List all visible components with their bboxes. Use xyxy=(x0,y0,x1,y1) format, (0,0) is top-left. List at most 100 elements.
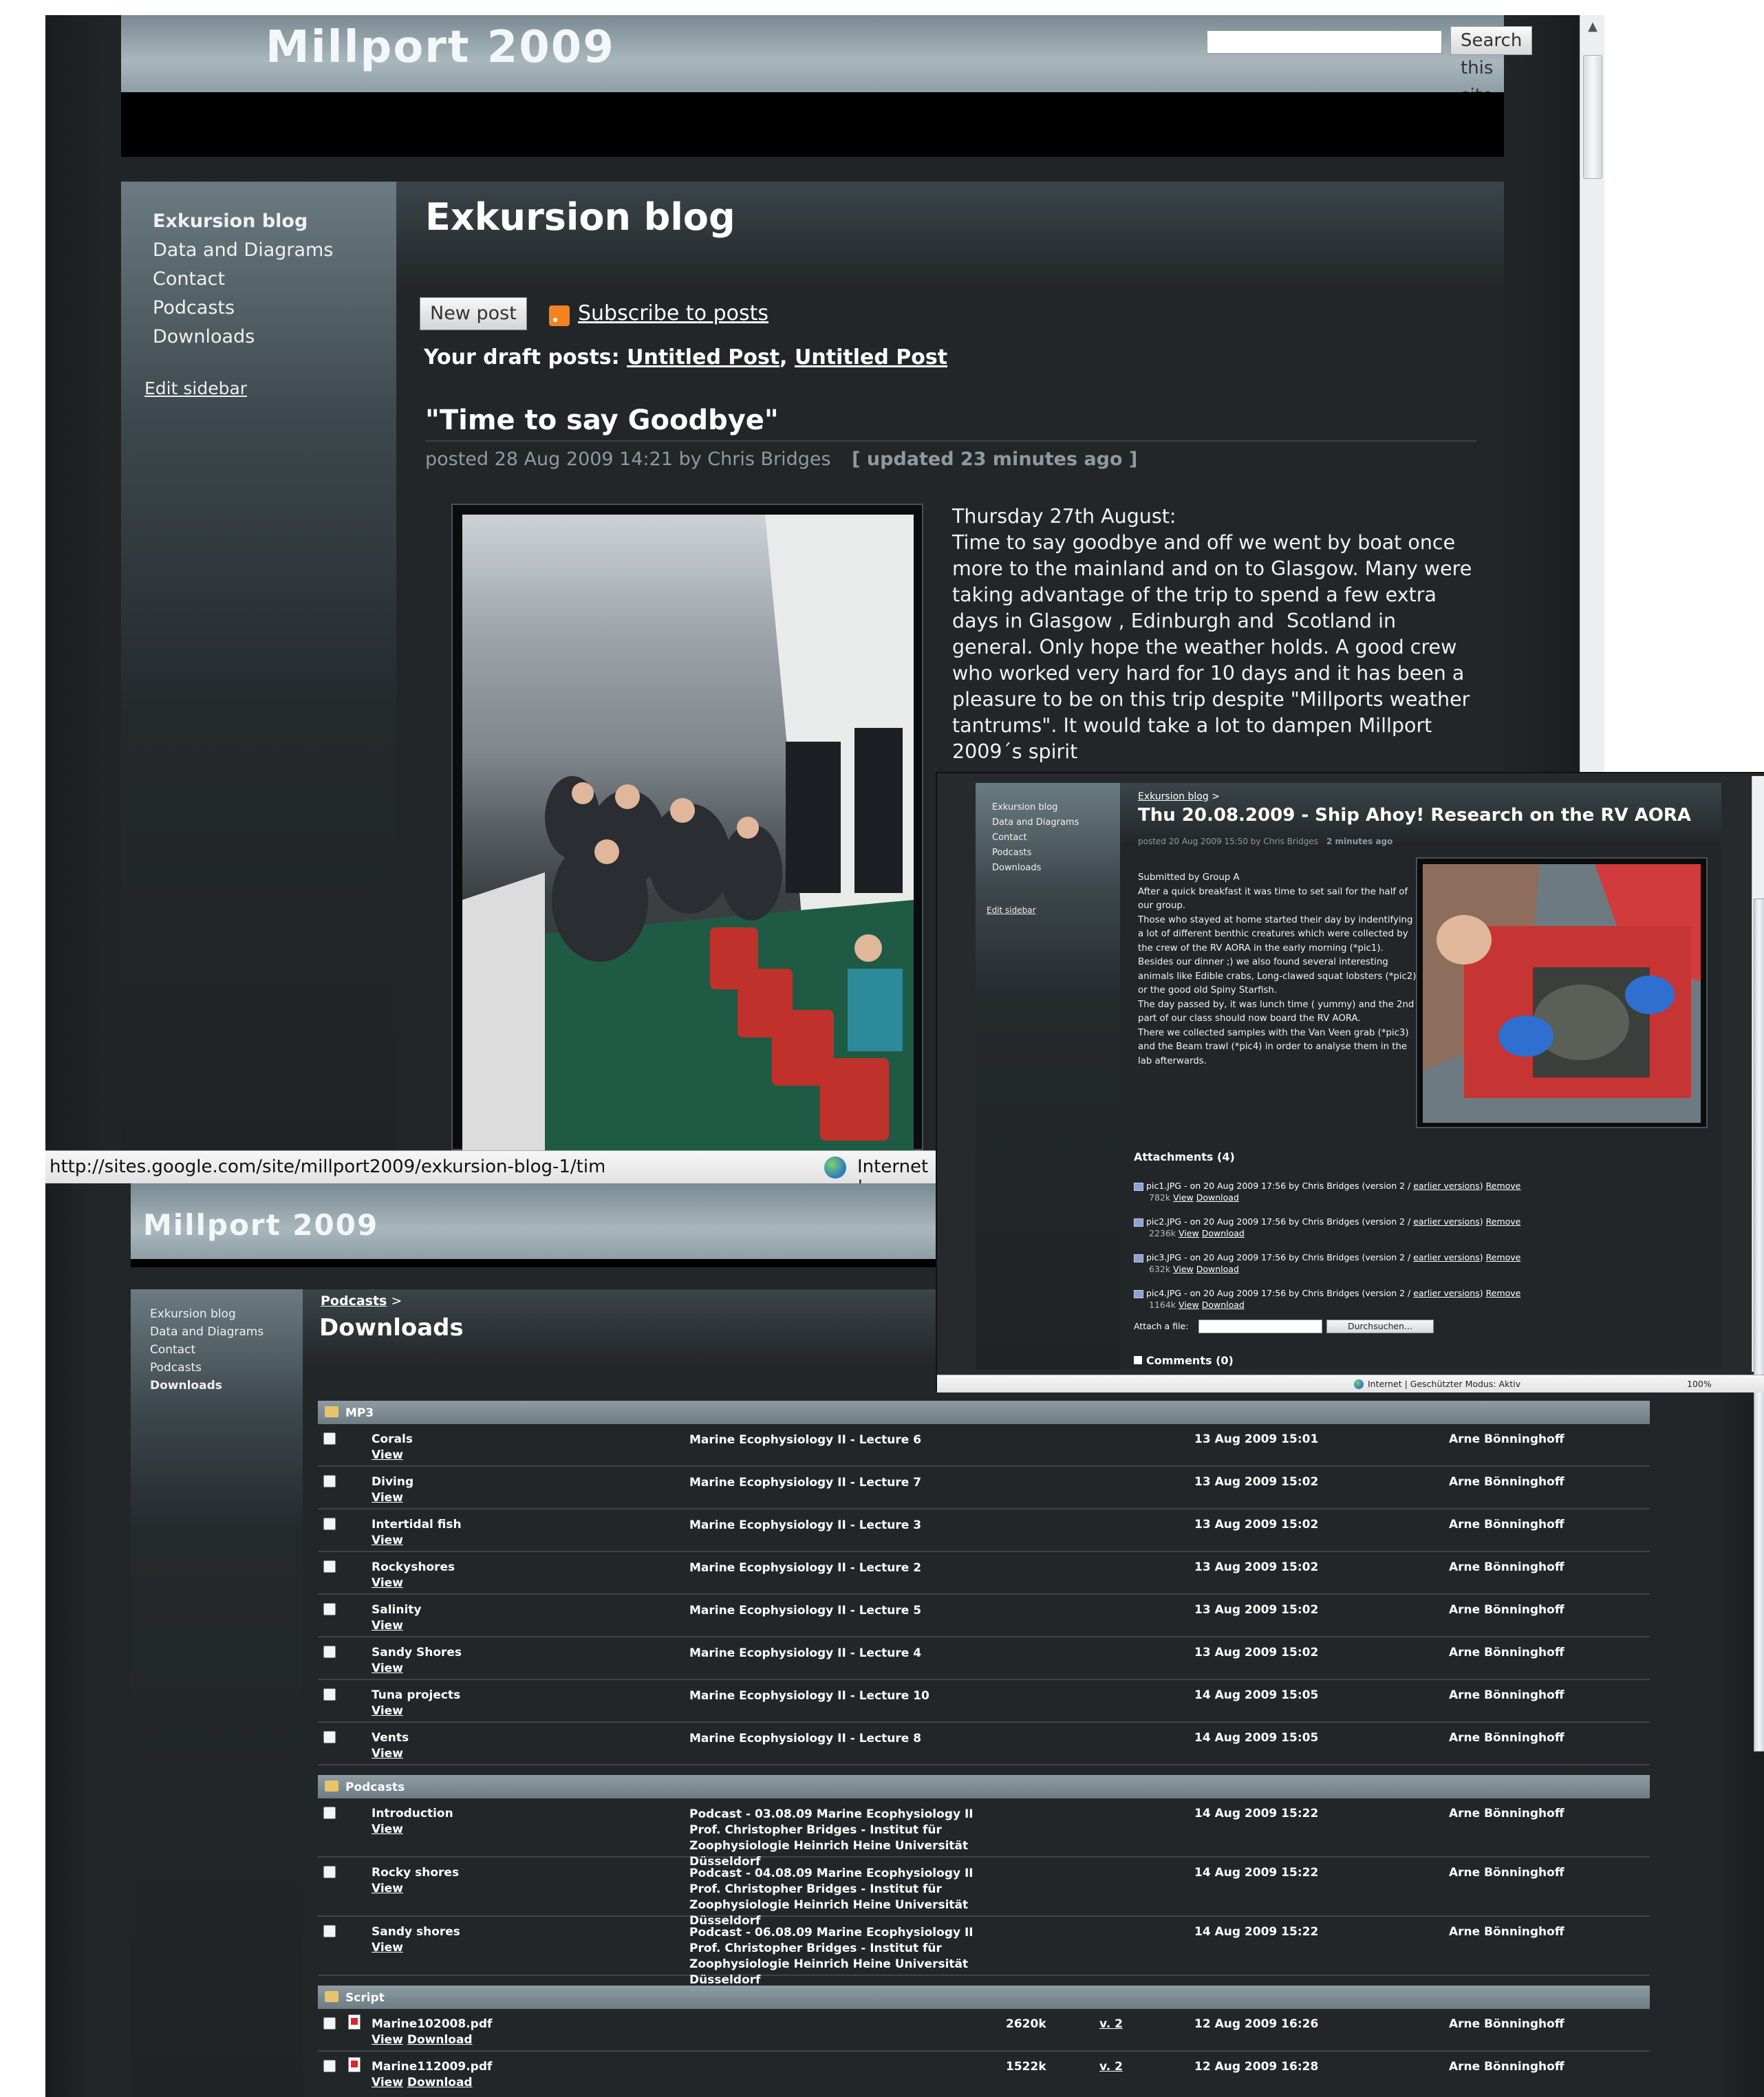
sidebar-item-exkursion-blog[interactable]: Exkursion blog xyxy=(153,211,308,232)
remove-link[interactable]: Remove xyxy=(1486,1181,1521,1191)
edit-sidebar-link[interactable]: Edit sidebar xyxy=(987,905,1036,915)
sidebar-item-exkursion-blog[interactable]: Exkursion blog xyxy=(150,1307,236,1321)
group-header-script[interactable]: Script xyxy=(318,1986,1650,2009)
row-checkbox[interactable] xyxy=(323,2060,336,2072)
search-button[interactable]: Search this site xyxy=(1450,26,1533,106)
view-link[interactable]: View xyxy=(372,1576,403,1590)
view-link[interactable]: View xyxy=(372,1747,403,1761)
scrollbar-thumb[interactable] xyxy=(1583,55,1602,179)
view-link[interactable]: View xyxy=(372,1822,403,1836)
download-link[interactable]: Download xyxy=(407,2076,473,2089)
row-checkbox[interactable] xyxy=(323,1518,336,1530)
image-file-icon xyxy=(1134,1218,1143,1227)
view-link[interactable]: View xyxy=(372,1491,403,1505)
post-title[interactable]: "Time to say Goodbye" xyxy=(425,405,779,436)
file-name: Vents xyxy=(372,1731,409,1745)
view-link[interactable]: View xyxy=(372,2076,403,2089)
download-link[interactable]: Download xyxy=(1196,1192,1239,1203)
row-checkbox[interactable] xyxy=(323,1560,336,1573)
site-title[interactable]: Millport 2009 xyxy=(143,1208,378,1242)
row-checkbox[interactable] xyxy=(323,1646,336,1658)
view-link[interactable]: View xyxy=(372,1534,403,1547)
row-checkbox[interactable] xyxy=(323,1731,336,1743)
view-link[interactable]: View xyxy=(372,2033,403,2047)
view-link[interactable]: View xyxy=(1173,1264,1194,1274)
view-link[interactable]: View xyxy=(372,1448,403,1462)
draft-post-link[interactable]: Untitled Post xyxy=(795,345,947,369)
sidebar-item-podcasts[interactable]: Podcasts xyxy=(153,297,235,319)
group-header-mp3[interactable]: MP3 xyxy=(318,1401,1650,1424)
row-checkbox[interactable] xyxy=(323,2017,336,2030)
breadcrumb-blog-link[interactable]: Exkursion blog xyxy=(1138,791,1209,802)
row-checkbox[interactable] xyxy=(323,1807,336,1819)
new-post-button[interactable]: New post xyxy=(420,297,527,330)
scroll-up-icon[interactable]: ▲ xyxy=(1580,15,1605,39)
row-checkbox[interactable] xyxy=(323,1475,336,1487)
view-link[interactable]: View xyxy=(1179,1228,1199,1238)
download-link[interactable]: Download xyxy=(407,2033,473,2047)
earlier-versions-link[interactable]: earlier versions xyxy=(1413,1252,1480,1262)
sidebar-item-exkursion-blog[interactable]: Exkursion blog xyxy=(992,802,1057,813)
post-byline: posted 20 Aug 2009 15:50 by Chris Bridge… xyxy=(1138,837,1319,846)
globe-icon xyxy=(824,1157,846,1179)
breadcrumb: Podcasts > xyxy=(321,1293,402,1309)
vertical-scrollbar[interactable]: ▲ xyxy=(1580,15,1604,776)
rss-icon[interactable] xyxy=(549,305,570,326)
download-link[interactable]: Download xyxy=(1202,1300,1245,1310)
file-description: Marine Ecophysiology II - Lecture 5 xyxy=(689,1604,922,1617)
view-link[interactable]: View xyxy=(1179,1300,1199,1310)
view-link[interactable]: View xyxy=(1173,1192,1194,1203)
view-link[interactable]: View xyxy=(372,1619,403,1633)
scrollbar-thumb[interactable] xyxy=(1754,899,1764,1752)
sample-sorting-photo[interactable] xyxy=(1423,864,1701,1123)
browse-button[interactable]: Durchsuchen... xyxy=(1326,1320,1434,1333)
sidebar-item-podcasts[interactable]: Podcasts xyxy=(150,1361,202,1375)
sidebar-item-downloads[interactable]: Downloads xyxy=(992,863,1041,873)
row-checkbox[interactable] xyxy=(323,1603,336,1615)
sidebar-item-podcasts[interactable]: Podcasts xyxy=(992,848,1031,858)
view-link[interactable]: View xyxy=(372,1662,403,1675)
remove-link[interactable]: Remove xyxy=(1486,1252,1521,1262)
search-input[interactable] xyxy=(1207,30,1442,54)
site-title[interactable]: Millport 2009 xyxy=(266,22,615,73)
draft-post-link[interactable]: Untitled Post xyxy=(627,345,779,369)
vertical-scrollbar[interactable] xyxy=(1752,776,1764,1752)
sidebar-item-data-and-diagrams[interactable]: Data and Diagrams xyxy=(153,239,333,261)
row-checkbox[interactable] xyxy=(323,1432,336,1445)
version-link[interactable]: v. 2 xyxy=(1099,2017,1123,2031)
download-link[interactable]: Download xyxy=(1202,1228,1245,1238)
view-link[interactable]: View xyxy=(372,1704,403,1718)
group-header-podcasts[interactable]: Podcasts xyxy=(318,1775,1650,1798)
attach-file-input[interactable] xyxy=(1198,1320,1322,1333)
sidebar-item-contact[interactable]: Contact xyxy=(153,268,225,290)
table-row: Vents View Marine Ecophysiology II - Lec… xyxy=(318,1723,1650,1765)
download-link[interactable]: Download xyxy=(1196,1264,1239,1274)
sidebar-item-data-and-diagrams[interactable]: Data and Diagrams xyxy=(150,1325,263,1339)
breadcrumb-podcasts-link[interactable]: Podcasts xyxy=(321,1293,387,1309)
sidebar-item-downloads[interactable]: Downloads xyxy=(153,326,255,347)
file-author: Arne Bönninghoff xyxy=(1449,1866,1564,1880)
draft-separator: , xyxy=(779,345,788,369)
view-link[interactable]: View xyxy=(372,1941,403,1955)
sidebar-item-contact[interactable]: Contact xyxy=(150,1343,195,1357)
sample-photo-illustration xyxy=(1423,864,1701,1123)
comments-toggle[interactable]: Comments (0) xyxy=(1134,1354,1234,1367)
edit-sidebar-link[interactable]: Edit sidebar xyxy=(144,378,247,398)
subscribe-link[interactable]: Subscribe to posts xyxy=(578,301,768,325)
sidebar-item-data-and-diagrams[interactable]: Data and Diagrams xyxy=(992,817,1079,828)
row-checkbox[interactable] xyxy=(323,1866,336,1878)
zoom-level[interactable]: 100% xyxy=(1687,1379,1712,1389)
row-checkbox[interactable] xyxy=(323,1925,336,1937)
remove-link[interactable]: Remove xyxy=(1486,1288,1521,1298)
version-link[interactable]: v. 2 xyxy=(1099,2060,1123,2074)
earlier-versions-link[interactable]: earlier versions xyxy=(1413,1181,1480,1191)
sidebar-item-downloads[interactable]: Downloads xyxy=(150,1379,222,1392)
sidebar-item-contact[interactable]: Contact xyxy=(992,832,1027,843)
remove-link[interactable]: Remove xyxy=(1486,1216,1521,1227)
view-link[interactable]: View xyxy=(372,1882,403,1895)
attachment-close-paren: ) xyxy=(1479,1252,1483,1262)
ferry-group-photo[interactable] xyxy=(462,515,914,1152)
row-checkbox[interactable] xyxy=(323,1688,336,1701)
earlier-versions-link[interactable]: earlier versions xyxy=(1413,1288,1480,1298)
earlier-versions-link[interactable]: earlier versions xyxy=(1413,1216,1480,1227)
